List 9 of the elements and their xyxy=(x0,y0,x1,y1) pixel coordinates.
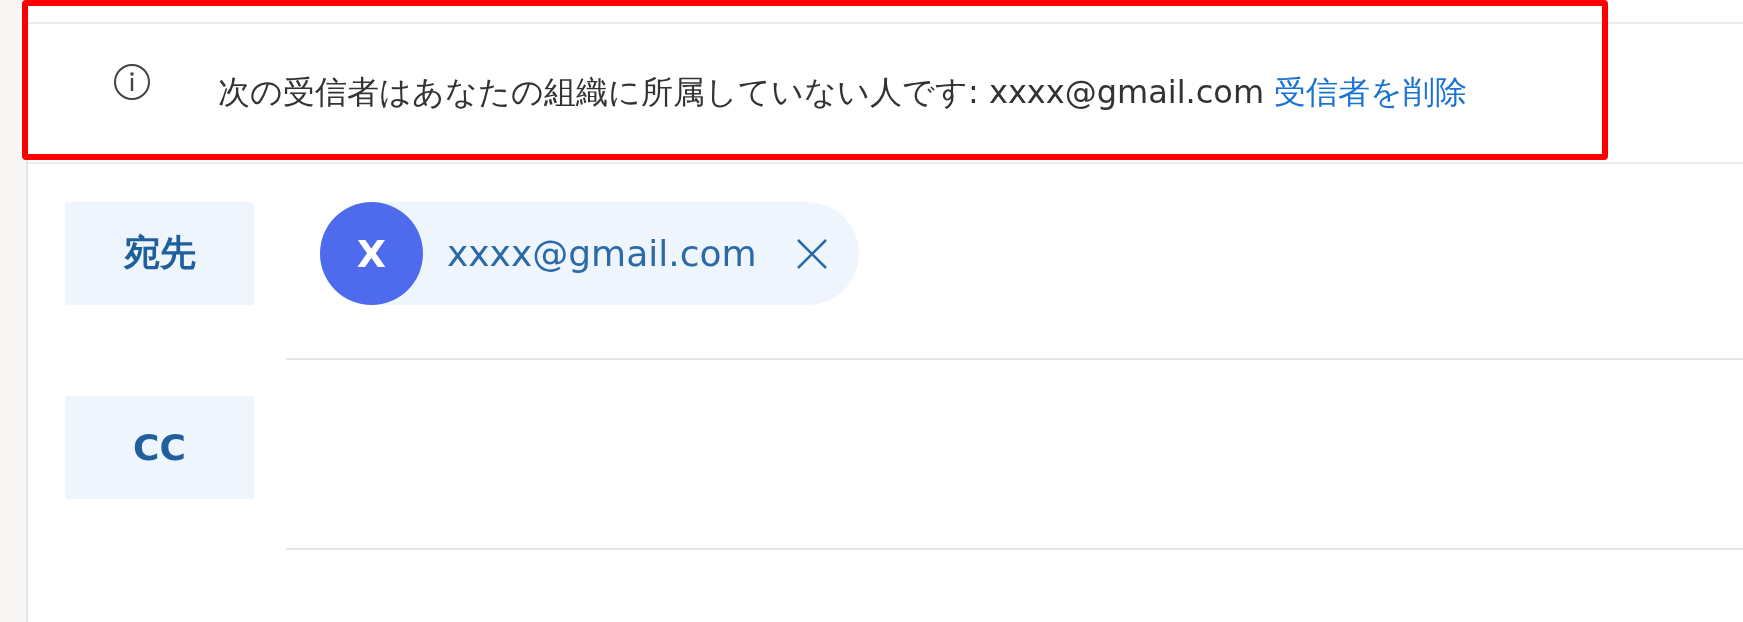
remove-recipient-link[interactable]: 受信者を削除 xyxy=(1274,73,1468,111)
recipient-chip[interactable]: X xxxx@gmail.com xyxy=(320,202,859,305)
to-button[interactable]: 宛先 xyxy=(65,202,254,305)
cc-button[interactable]: CC xyxy=(65,396,254,499)
close-icon[interactable] xyxy=(794,236,829,271)
avatar-circle: X xyxy=(320,202,423,305)
info-icon xyxy=(112,62,152,102)
recipient-address: xxxx@gmail.com xyxy=(447,233,757,274)
external-recipient-warning: 次の受信者はあなたの組織に所属していない人です: xxxx@gmail.com 受信者を削除 xyxy=(218,72,1468,113)
